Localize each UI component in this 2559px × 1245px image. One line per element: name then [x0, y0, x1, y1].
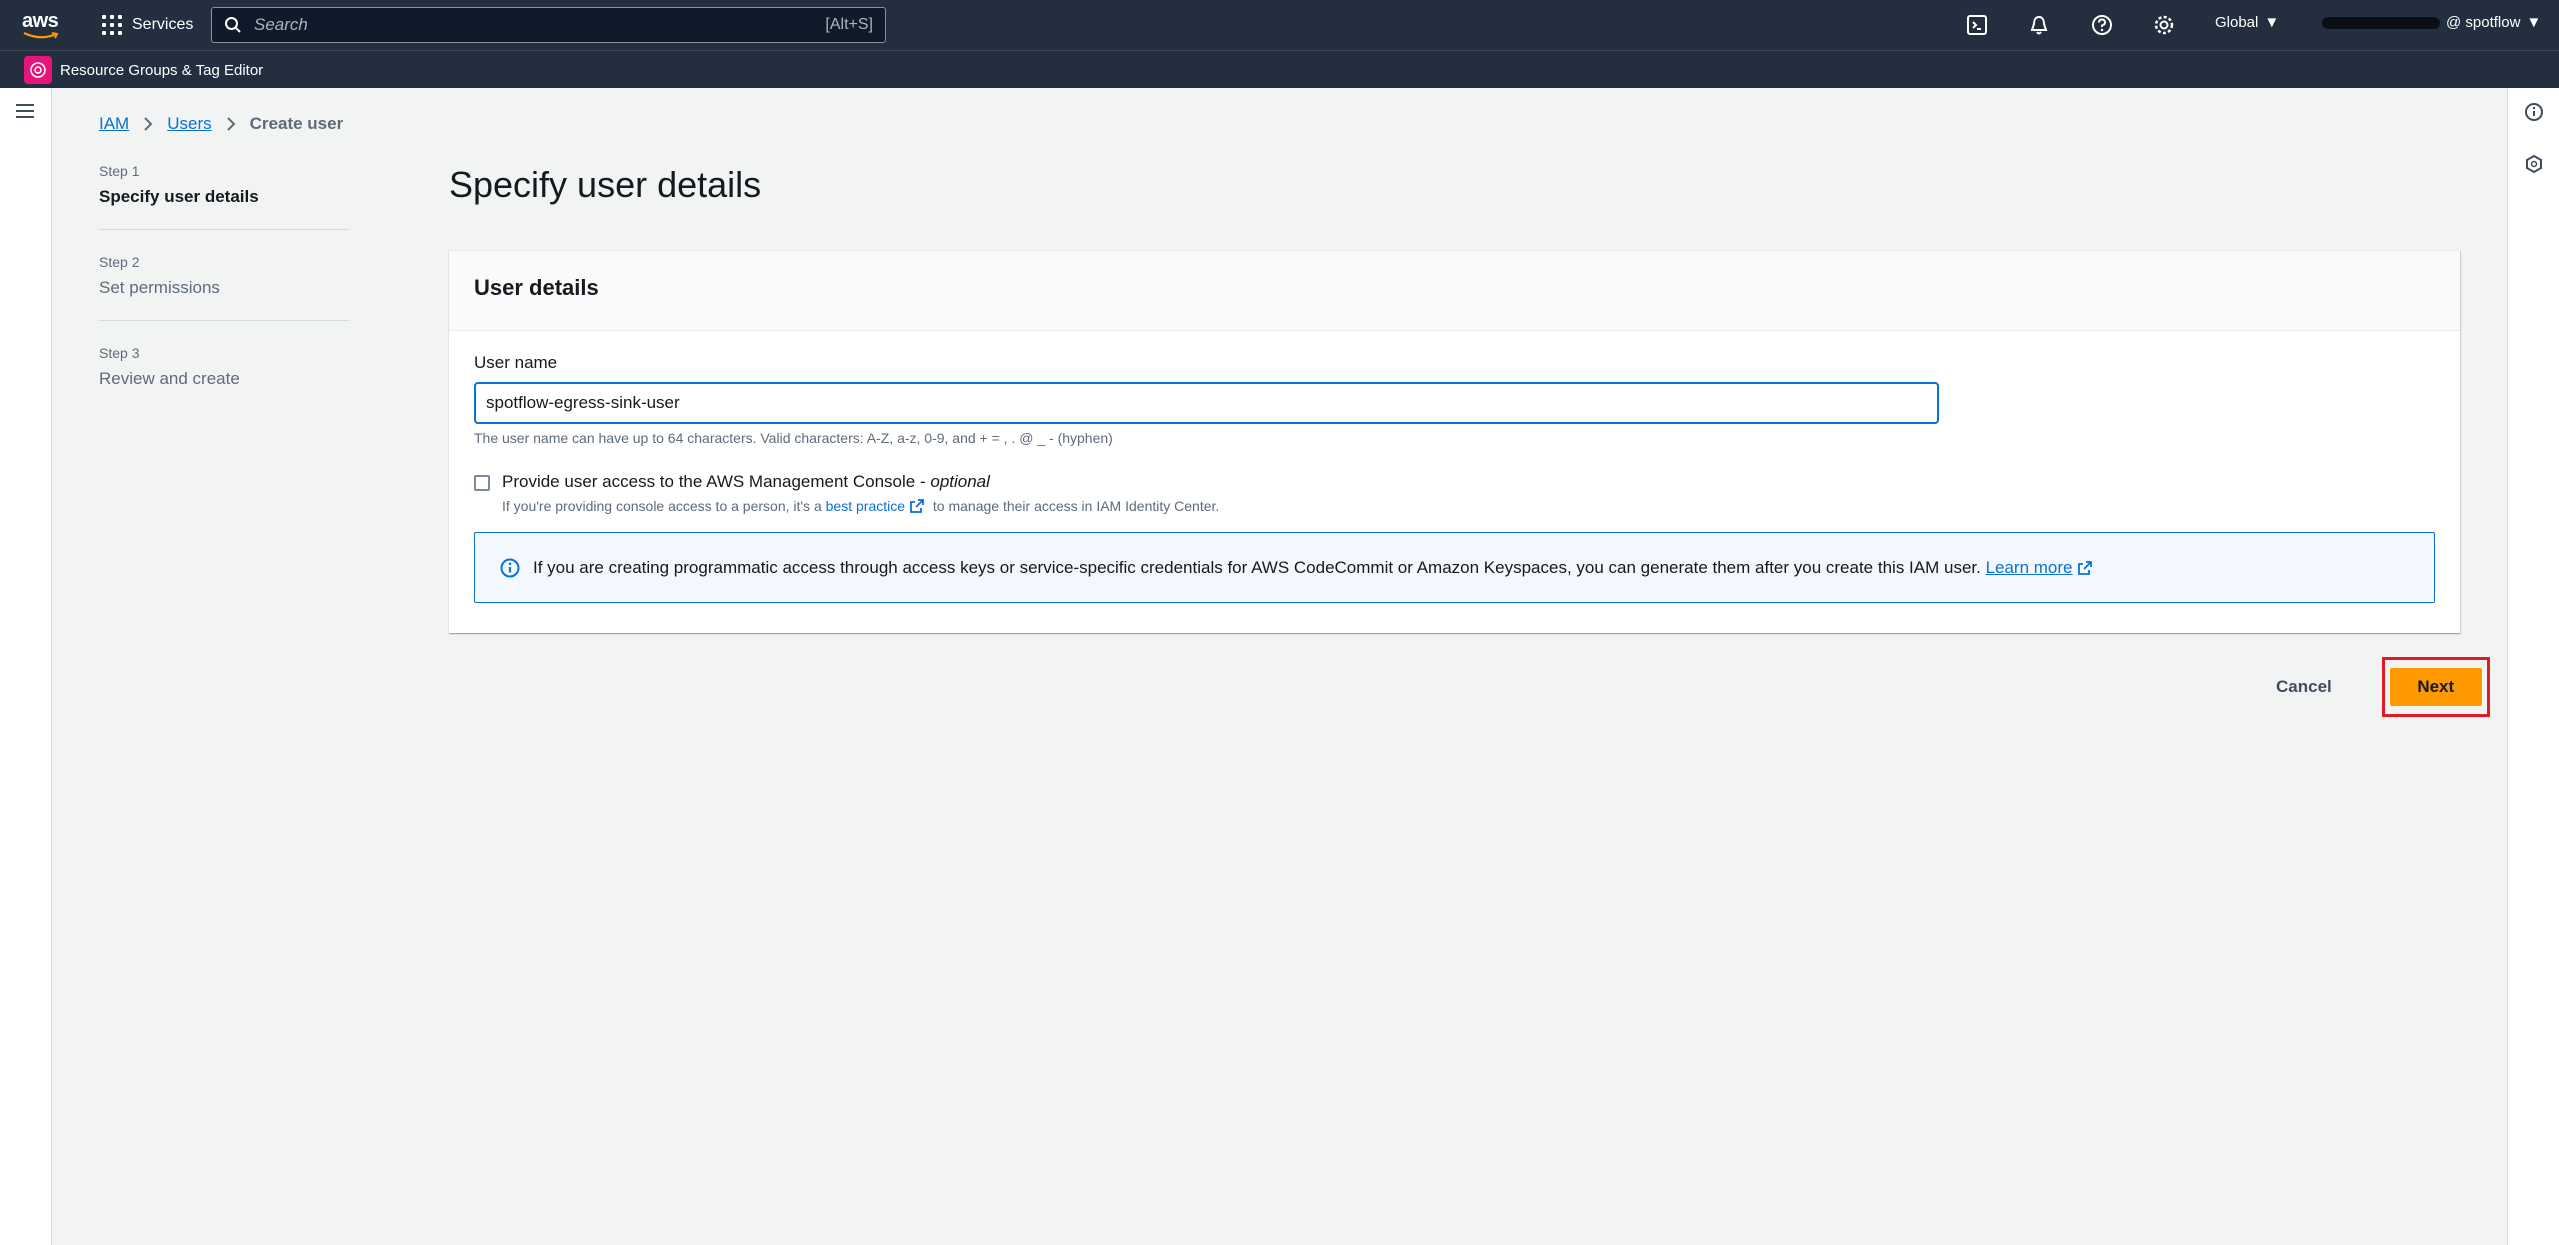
- account-menu[interactable]: @ spotflow ▼: [2322, 14, 2541, 31]
- external-link-icon: [2077, 560, 2092, 575]
- help-icon[interactable]: [2091, 14, 2113, 36]
- step-title: Review and create: [99, 369, 240, 388]
- resource-groups-label: Resource Groups & Tag Editor: [60, 61, 264, 79]
- region-label: Global: [2215, 14, 2259, 31]
- learn-more-link[interactable]: Learn more: [1986, 558, 2073, 577]
- console-access-checkbox[interactable]: [474, 475, 490, 491]
- next-button[interactable]: Next: [2389, 668, 2482, 706]
- services-label: Services: [132, 16, 194, 33]
- settings-gear-icon[interactable]: [2153, 14, 2175, 36]
- redacted-account-name: [2322, 16, 2440, 29]
- favorites-bar: Resource Groups & Tag Editor: [0, 50, 2559, 88]
- console-access-label: Provide user access to the AWS Managemen…: [502, 472, 990, 491]
- resource-groups-shortcut[interactable]: Resource Groups & Tag Editor: [24, 56, 263, 84]
- region-selector[interactable]: Global ▼: [2215, 14, 2279, 31]
- grid-icon: [102, 15, 122, 35]
- caret-down-icon: ▼: [2526, 14, 2542, 31]
- user-name-input[interactable]: [474, 382, 1939, 424]
- wizard-step-3[interactable]: Step 3 Review and create: [99, 345, 349, 411]
- panel-title: User details: [474, 275, 599, 300]
- wizard-actions: Cancel Next: [2260, 657, 2490, 717]
- feedback-hexagon-icon[interactable]: [2524, 154, 2544, 174]
- chevron-right-icon: [144, 117, 153, 131]
- search-bar[interactable]: [Alt+S]: [211, 7, 886, 43]
- wizard-step-2[interactable]: Step 2 Set permissions: [99, 254, 349, 321]
- external-link-icon: [910, 499, 924, 513]
- step-title: Set permissions: [99, 278, 220, 297]
- best-practice-link[interactable]: best practice: [826, 498, 905, 514]
- resource-groups-icon: [24, 56, 52, 84]
- step-number: Step 2: [99, 254, 140, 270]
- search-shortcut: [Alt+S]: [825, 16, 873, 33]
- breadcrumb-iam[interactable]: IAM: [99, 114, 129, 134]
- breadcrumb-users[interactable]: Users: [167, 114, 211, 134]
- info-panel-icon[interactable]: [2524, 102, 2544, 122]
- search-input[interactable]: [254, 15, 826, 35]
- cancel-button[interactable]: Cancel: [2260, 669, 2348, 705]
- step-number: Step 1: [99, 163, 140, 179]
- aws-smile-icon: [23, 32, 59, 39]
- panel-header: User details: [449, 251, 2460, 331]
- wizard-step-1: Step 1 Specify user details: [99, 163, 349, 230]
- right-tools-rail: [2507, 88, 2559, 1245]
- step-title: Specify user details: [99, 187, 259, 206]
- step-number: Step 3: [99, 345, 140, 361]
- wizard-steps: Step 1 Specify user details Step 2 Set p…: [99, 163, 349, 435]
- services-menu[interactable]: Services: [102, 12, 193, 38]
- left-navigation-rail: [0, 88, 52, 1245]
- cloudshell-icon[interactable]: [1966, 14, 1988, 36]
- breadcrumb: IAM Users Create user: [99, 114, 343, 134]
- optional-tag: optional: [930, 472, 990, 491]
- info-message: If you are creating programmatic access …: [533, 558, 2097, 578]
- hamburger-menu-icon[interactable]: [16, 104, 34, 118]
- search-icon: [225, 17, 241, 33]
- info-icon: [500, 558, 520, 577]
- info-alert: If you are creating programmatic access …: [474, 532, 2435, 603]
- page-title: Specify user details: [449, 164, 762, 205]
- caret-down-icon: ▼: [2264, 14, 2280, 31]
- account-suffix: @ spotflow: [2446, 14, 2521, 31]
- user-name-label: User name: [474, 353, 558, 372]
- top-navigation: aws Services [Alt+S] G: [0, 0, 2559, 50]
- breadcrumb-create-user: Create user: [249, 114, 344, 133]
- console-access-description: If you're providing console access to a …: [502, 498, 1220, 514]
- user-name-hint: The user name can have up to 64 characte…: [474, 430, 1113, 446]
- user-details-panel: User details User name The user name can…: [449, 250, 2460, 633]
- console-access-option: Provide user access to the AWS Managemen…: [474, 472, 2435, 514]
- panel-body: User name The user name can have up to 6…: [449, 331, 2460, 625]
- notifications-bell-icon[interactable]: [2028, 14, 2050, 36]
- aws-logo[interactable]: aws: [22, 10, 62, 40]
- next-button-highlight: Next: [2381, 657, 2490, 717]
- chevron-right-icon: [226, 117, 236, 131]
